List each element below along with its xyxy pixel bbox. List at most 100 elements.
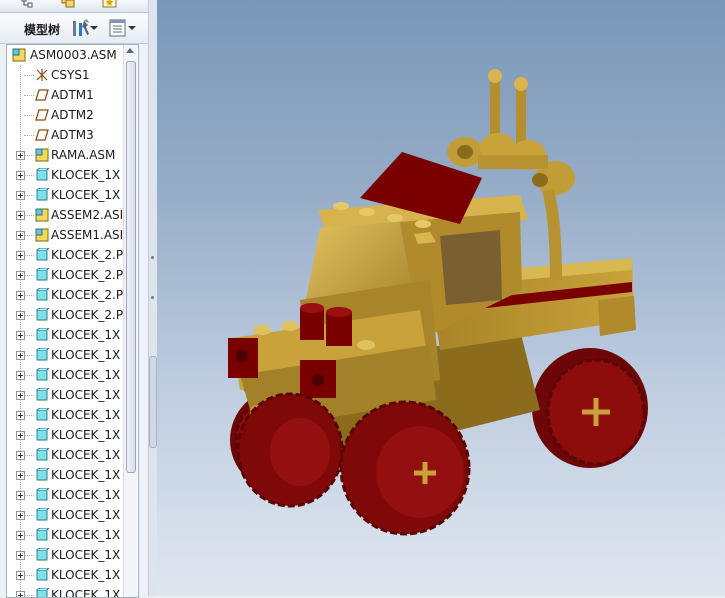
assembly-icon	[35, 228, 49, 242]
part-icon	[36, 508, 49, 521]
tree-item-label: KLOCEK_1X	[51, 568, 121, 582]
tree-item[interactable]: KLOCEK_1X	[7, 365, 125, 385]
tree-connector-line	[24, 475, 34, 476]
tree-item[interactable]: ASSEM1.ASI	[7, 225, 125, 245]
part-icon	[36, 568, 49, 581]
part-icon	[36, 168, 49, 181]
tree-connector-line	[24, 315, 34, 316]
tree-item-label: KLOCEK_1X	[51, 168, 121, 182]
part-icon	[36, 548, 49, 561]
splitter-grip	[151, 296, 154, 299]
scroll-up-arrow-icon[interactable]	[126, 48, 134, 53]
tree-item-label: ADTM3	[51, 128, 94, 142]
datum-plane-icon	[35, 109, 49, 121]
part-icon	[36, 248, 49, 261]
tree-item[interactable]: KLOCEK_1X	[7, 325, 125, 345]
tree-item-label: ADTM1	[51, 88, 94, 102]
tree-connector-line	[24, 495, 34, 496]
tree-item[interactable]: ADTM2	[7, 105, 125, 125]
tree-item[interactable]: KLOCEK_1X	[7, 505, 125, 525]
tree-item-label: ASSEM2.ASI	[51, 208, 124, 222]
tree-connector-line	[24, 575, 34, 576]
tree-item[interactable]: KLOCEK_1X	[7, 485, 125, 505]
tree-connector-line	[24, 235, 34, 236]
scrollbar-thumb[interactable]	[126, 61, 136, 473]
part-icon	[36, 308, 49, 321]
wheel-front-right	[339, 400, 471, 536]
part-icon	[36, 368, 49, 381]
model-tree-panel: 模型树 ASM0003.ASM CSYS1 ADTM1 ADTM2 ADTM3 RAMA.…	[0, 0, 149, 598]
tree-item-label: CSYS1	[51, 68, 90, 82]
part-icon	[36, 588, 49, 597]
tree-view-options-button[interactable]	[108, 17, 138, 39]
tree-connector-line	[24, 135, 34, 136]
tree-vertical-scrollbar[interactable]	[123, 45, 137, 597]
tree-item-label: KLOCEK_1X	[51, 408, 121, 422]
assembly-icon	[35, 148, 49, 162]
tree-item[interactable]: KLOCEK_1X	[7, 405, 125, 425]
tree-item[interactable]: ADTM3	[7, 125, 125, 145]
tree-item-label: KLOCEK_1X	[51, 428, 121, 442]
splitter-handle[interactable]	[149, 356, 157, 448]
model-tree-settings-button[interactable]	[70, 17, 100, 39]
tree-item[interactable]: KLOCEK_1X	[7, 465, 125, 485]
tree-item-label: ASM0003.ASM	[30, 48, 117, 62]
tree-item[interactable]: KLOCEK_2.P	[7, 305, 125, 325]
tree-item[interactable]: KLOCEK_2.P	[7, 245, 125, 265]
tree-connector-line	[24, 555, 34, 556]
tree-connector-line	[24, 435, 34, 436]
panel-tab-strip	[0, 0, 148, 13]
tree-connector-line	[24, 375, 34, 376]
tree-connector-line	[24, 175, 34, 176]
tree-item[interactable]: KLOCEK_1X	[7, 185, 125, 205]
part-icon	[36, 328, 49, 341]
tree-item-label: KLOCEK_1X	[51, 588, 121, 598]
tree-item[interactable]: ASM0003.ASM	[7, 45, 125, 65]
tree-item-label: KLOCEK_1X	[51, 328, 121, 342]
lego-truck-model[interactable]	[157, 0, 725, 596]
tree-item[interactable]: KLOCEK_2.P	[7, 265, 125, 285]
tree-item[interactable]: ASSEM2.ASI	[7, 205, 125, 225]
tree-connector-line	[24, 295, 34, 296]
datum-plane-icon	[35, 89, 49, 101]
part-icon	[36, 528, 49, 541]
tree-item[interactable]: RAMA.ASM	[7, 145, 125, 165]
graphics-viewport[interactable]	[157, 0, 725, 596]
part-icon	[36, 348, 49, 361]
part-icon	[36, 448, 49, 461]
tree-item-label: KLOCEK_2.P	[51, 248, 124, 262]
favorites-tab-icon[interactable]	[102, 0, 118, 11]
tree-connector-line	[24, 415, 34, 416]
tree-item[interactable]: KLOCEK_2.P	[7, 285, 125, 305]
model-tree[interactable]: ASM0003.ASM CSYS1 ADTM1 ADTM2 ADTM3 RAMA.ASM K…	[6, 44, 139, 598]
part-icon	[36, 288, 49, 301]
tree-item[interactable]: ADTM1	[7, 85, 125, 105]
tree-item-label: RAMA.ASM	[51, 148, 116, 162]
tree-item[interactable]: KLOCEK_1X	[7, 385, 125, 405]
tree-item-label: KLOCEK_2.P	[51, 268, 124, 282]
model-tree-tab-icon[interactable]	[20, 0, 36, 11]
tree-connector-line	[24, 155, 34, 156]
folder-browser-tab-icon[interactable]	[60, 0, 76, 11]
chevron-down-icon	[128, 26, 136, 30]
tree-item-label: KLOCEK_1X	[51, 348, 121, 362]
part-icon	[36, 408, 49, 421]
tree-item[interactable]: KLOCEK_1X	[7, 425, 125, 445]
tree-connector-line	[24, 95, 34, 96]
assembly-icon	[12, 48, 26, 62]
tree-item[interactable]: KLOCEK_1X	[7, 565, 125, 585]
tree-item[interactable]: KLOCEK_1X	[7, 345, 125, 365]
tree-item[interactable]: CSYS1	[7, 65, 125, 85]
tree-connector-line	[24, 115, 34, 116]
wheel-front-left	[236, 392, 344, 508]
tree-item[interactable]: KLOCEK_1X	[7, 525, 125, 545]
tree-item[interactable]: KLOCEK_1X	[7, 165, 125, 185]
tree-item[interactable]: KLOCEK_1X	[7, 445, 125, 465]
tree-item-label: KLOCEK_2.P	[51, 308, 124, 322]
tree-item[interactable]: KLOCEK_1X	[7, 545, 125, 565]
tree-item-label: ADTM2	[51, 108, 94, 122]
model-tree-title: 模型树	[24, 23, 61, 37]
coordinate-system-icon	[36, 69, 48, 81]
tree-item[interactable]: KLOCEK_1X	[7, 585, 125, 598]
tree-item-label: KLOCEK_1X	[51, 448, 121, 462]
